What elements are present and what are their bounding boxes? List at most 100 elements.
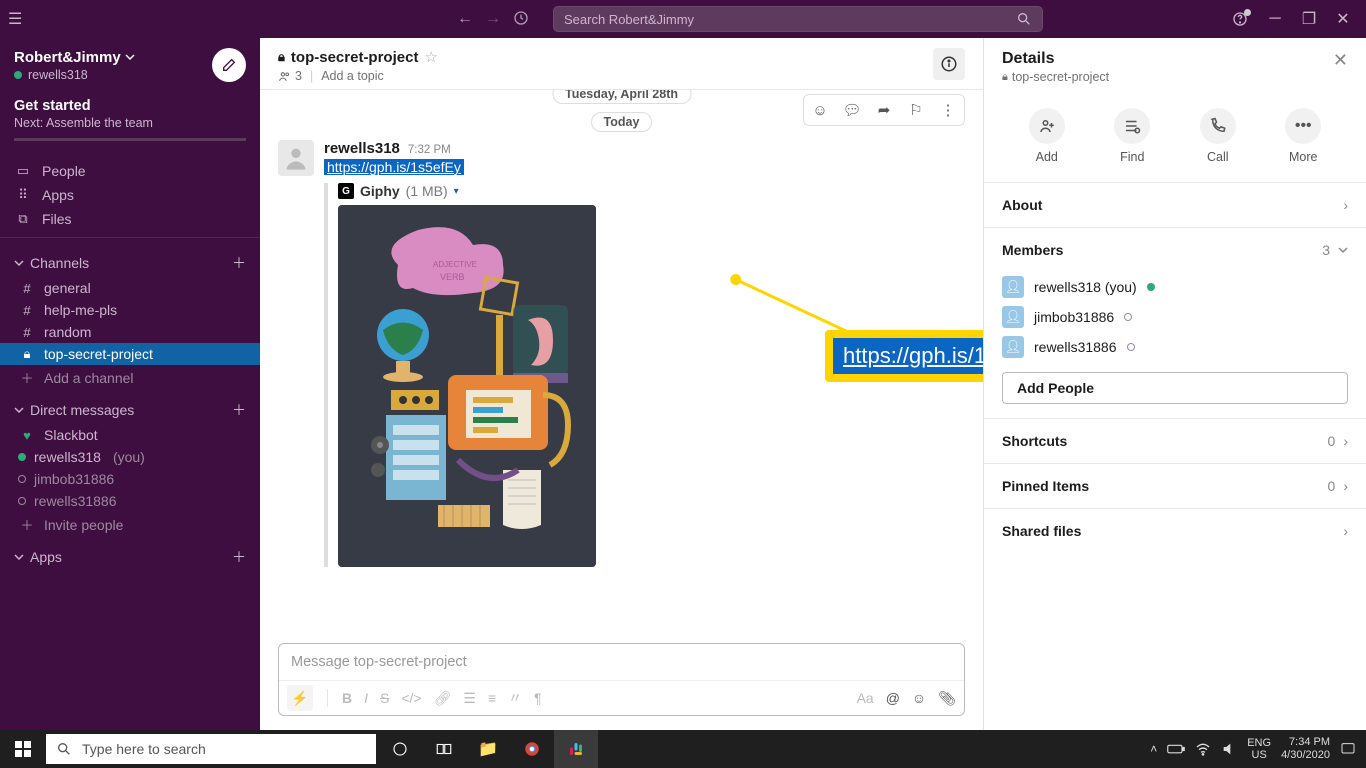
- annotation-callout: https://gph.is/1s5efEy: [825, 330, 983, 382]
- add-people-button[interactable]: Add People: [1002, 372, 1348, 404]
- add-channel-icon[interactable]: ＋: [232, 253, 246, 273]
- close-details-icon[interactable]: ✕: [1333, 50, 1348, 71]
- strike-icon[interactable]: S: [380, 690, 389, 706]
- maximize-icon[interactable]: ❐: [1302, 12, 1316, 26]
- message-url-link[interactable]: https://gph.is/1s5efEy: [324, 159, 464, 175]
- global-search-input[interactable]: Search Robert&Jimmy: [553, 6, 1043, 32]
- emoji-icon[interactable]: ☺: [912, 690, 926, 707]
- details-shortcuts-section[interactable]: Shortcuts 0 ›: [984, 418, 1366, 463]
- svg-text:ADJECTIVE: ADJECTIVE: [433, 260, 477, 269]
- attachment-header[interactable]: G Giphy (1 MB) ▾: [338, 183, 965, 199]
- channel-info-button[interactable]: [933, 48, 965, 80]
- wifi-icon[interactable]: [1195, 741, 1211, 757]
- dm-slackbot[interactable]: ♥Slackbot: [0, 424, 260, 446]
- member-row[interactable]: 👤︎rewells318 (you): [984, 272, 1366, 302]
- details-members-section[interactable]: Members 3: [984, 227, 1366, 272]
- bookmark-icon[interactable]: ⚐: [900, 95, 932, 125]
- chevron-down-icon[interactable]: ▾: [454, 186, 459, 197]
- channel-general[interactable]: #general: [0, 277, 260, 299]
- sidebar-nav-files[interactable]: ⧉ Files: [0, 207, 260, 231]
- battery-icon[interactable]: [1167, 743, 1185, 755]
- taskbar-clock[interactable]: 7:34 PM4/30/2020: [1281, 736, 1330, 762]
- date-separator-prev[interactable]: Tuesday, April 28th: [552, 90, 691, 104]
- details-pinned-section[interactable]: Pinned Items 0 ›: [984, 463, 1366, 508]
- file-explorer-icon[interactable]: 📁: [466, 730, 510, 768]
- close-icon[interactable]: ✕: [1336, 12, 1350, 26]
- ordered-list-icon[interactable]: ☰: [463, 690, 476, 707]
- format-icon[interactable]: Aa: [857, 690, 874, 707]
- member-row[interactable]: 👤︎jimbob31886: [984, 302, 1366, 332]
- details-call-button[interactable]: Call: [1200, 108, 1236, 164]
- composer-input[interactable]: Message top-secret-project: [279, 644, 964, 680]
- add-topic-link[interactable]: Add a topic: [321, 69, 384, 83]
- codeblock-icon[interactable]: ¶: [534, 690, 542, 706]
- dm-section-header[interactable]: Direct messages ＋: [0, 390, 260, 424]
- details-find-button[interactable]: Find: [1114, 108, 1150, 164]
- avatar[interactable]: [278, 140, 314, 176]
- message-composer[interactable]: Message top-secret-project ⚡ B I S </> 🔗…: [278, 643, 965, 716]
- sidebar-nav-apps[interactable]: ⠿ Apps: [0, 183, 260, 207]
- code-icon[interactable]: </>: [401, 690, 421, 706]
- taskbar-search[interactable]: Type here to search: [46, 734, 376, 764]
- language-indicator[interactable]: ENGUS: [1247, 737, 1271, 761]
- more-icon[interactable]: ⋮: [932, 95, 964, 125]
- notifications-icon[interactable]: [1340, 741, 1356, 757]
- bullet-list-icon[interactable]: ≡: [488, 690, 496, 706]
- dm-rewells31886[interactable]: rewells31886: [0, 490, 260, 512]
- sidebar-nav-people[interactable]: ▭ People: [0, 159, 260, 183]
- message-author[interactable]: rewells318: [324, 140, 400, 157]
- workspace-switcher[interactable]: Robert&Jimmy: [14, 49, 135, 66]
- minimize-icon[interactable]: ─: [1268, 12, 1282, 26]
- forward-icon[interactable]: →: [485, 10, 501, 28]
- details-shared-files-section[interactable]: Shared files ›: [984, 508, 1366, 553]
- link-icon[interactable]: 🔗︎: [434, 690, 452, 707]
- bold-icon[interactable]: B: [342, 690, 352, 706]
- channel-title[interactable]: 🔒︎ top-secret-project ☆: [278, 48, 438, 66]
- members-icon[interactable]: 3: [278, 69, 302, 83]
- react-icon[interactable]: ☺: [804, 95, 836, 125]
- italic-icon[interactable]: I: [364, 690, 368, 706]
- slack-icon[interactable]: [554, 730, 598, 768]
- get-started-card[interactable]: Get started Next: Assemble the team: [0, 88, 260, 153]
- blockquote-icon[interactable]: 〃: [508, 688, 522, 708]
- share-icon[interactable]: ➦: [868, 95, 900, 125]
- thread-icon[interactable]: 💬︎: [836, 95, 868, 125]
- tray-chevron-icon[interactable]: ˄: [1150, 742, 1157, 756]
- channel-help-me-pls[interactable]: #help-me-pls: [0, 299, 260, 321]
- compose-button[interactable]: [212, 48, 246, 82]
- star-icon[interactable]: ☆: [424, 48, 437, 66]
- cortana-icon[interactable]: [378, 730, 422, 768]
- apps-section-header[interactable]: Apps ＋: [0, 537, 260, 571]
- channel-random[interactable]: #random: [0, 321, 260, 343]
- help-icon[interactable]: [1232, 11, 1248, 27]
- invite-people-button[interactable]: ＋Invite people: [0, 512, 260, 537]
- composer-toolbar: ⚡ B I S </> 🔗︎ ☰ ≡ 〃 ¶ Aa @ ☺ 📎︎: [279, 680, 964, 715]
- add-dm-icon[interactable]: ＋: [232, 400, 246, 420]
- mention-icon[interactable]: @: [886, 690, 900, 707]
- back-icon[interactable]: ←: [457, 10, 473, 28]
- details-add-button[interactable]: Add: [1029, 108, 1065, 164]
- dm-jimbob31886[interactable]: jimbob31886: [0, 468, 260, 490]
- volume-icon[interactable]: [1221, 741, 1237, 757]
- channel-top-secret-project[interactable]: 🔒︎top-secret-project: [0, 343, 260, 365]
- chevron-down-icon: [14, 552, 24, 562]
- shortcuts-icon[interactable]: ⚡: [287, 685, 313, 711]
- channels-section-header[interactable]: Channels ＋: [0, 243, 260, 277]
- dm-rewells318[interactable]: rewells318(you): [0, 446, 260, 468]
- start-button[interactable]: [0, 730, 46, 768]
- chrome-icon[interactable]: [510, 730, 554, 768]
- member-row[interactable]: 👤︎rewells31886: [984, 332, 1366, 362]
- details-about-section[interactable]: About ›: [984, 182, 1366, 227]
- svg-text:VERB: VERB: [440, 272, 465, 282]
- attach-icon[interactable]: 📎︎: [938, 690, 956, 707]
- add-channel-button[interactable]: ＋Add a channel: [0, 365, 260, 390]
- date-separator-today[interactable]: Today: [591, 112, 653, 132]
- avatar: 👤︎: [1002, 276, 1024, 298]
- add-app-icon[interactable]: ＋: [232, 547, 246, 567]
- gif-attachment[interactable]: ADJECTIVE VERB: [338, 205, 596, 567]
- titlebar: ☰ ← → Search Robert&Jimmy ─ ❐ ✕: [0, 0, 1366, 38]
- history-icon[interactable]: [513, 10, 529, 28]
- hamburger-icon[interactable]: ☰: [8, 9, 22, 29]
- task-view-icon[interactable]: [422, 730, 466, 768]
- details-more-button[interactable]: •••More: [1285, 108, 1321, 164]
